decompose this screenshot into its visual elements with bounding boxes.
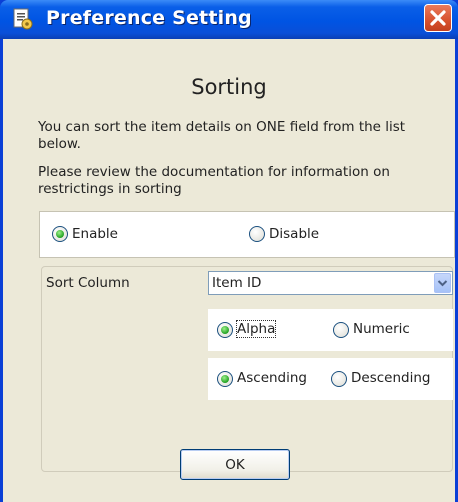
sort-column-select[interactable]: Item ID <box>208 271 453 295</box>
section-heading: Sorting <box>191 75 267 99</box>
sort-order-panel: Ascending Descending <box>208 358 453 400</box>
title-bar[interactable]: Preference Setting <box>0 0 458 39</box>
enable-disable-group: Enable Disable <box>39 211 455 258</box>
enable-label[interactable]: Enable <box>72 226 118 242</box>
preference-dialog-window: Preference Setting Sorting You can sort … <box>0 0 458 502</box>
numeric-radio[interactable] <box>333 322 349 338</box>
window-title: Preference Setting <box>46 7 252 29</box>
ascending-label[interactable]: Ascending <box>237 370 307 386</box>
chevron-down-icon <box>437 280 448 287</box>
alpha-label[interactable]: Alpha <box>235 320 277 338</box>
close-icon <box>430 10 446 26</box>
enable-radio[interactable] <box>52 226 68 242</box>
ascending-radio[interactable] <box>217 371 233 387</box>
descending-label[interactable]: Descending <box>351 370 430 386</box>
sort-column-label: Sort Column <box>46 275 130 291</box>
info-text-1: You can sort the item details on ONE fie… <box>38 119 406 152</box>
disable-radio[interactable] <box>249 226 265 242</box>
descending-radio[interactable] <box>331 371 347 387</box>
ok-button-label: OK <box>225 457 245 473</box>
ok-button[interactable]: OK <box>180 449 290 480</box>
info-text-2: Please review the documentation for info… <box>38 164 390 197</box>
disable-label[interactable]: Disable <box>269 226 319 242</box>
alpha-radio[interactable] <box>217 322 233 338</box>
settings-document-icon <box>13 8 33 30</box>
sort-type-panel: Alpha Numeric <box>208 309 453 351</box>
dropdown-arrow-button[interactable] <box>434 273 451 293</box>
sort-column-value: Item ID <box>212 275 262 291</box>
close-button[interactable] <box>424 4 452 32</box>
numeric-label[interactable]: Numeric <box>353 321 410 337</box>
